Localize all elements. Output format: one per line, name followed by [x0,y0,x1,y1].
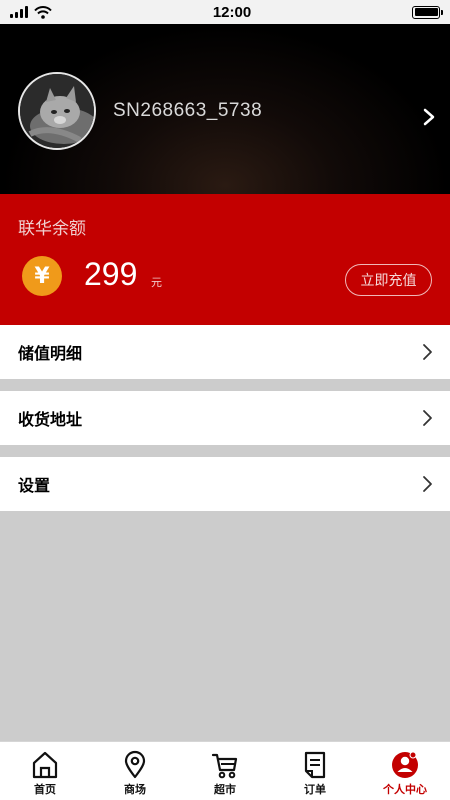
tab-home[interactable]: 首页 [0,742,90,800]
status-indicators [10,5,52,19]
tab-label: 首页 [34,783,56,796]
menu-item-label: 储值明细 [18,344,83,363]
status-time: 12:00 [212,3,252,21]
home-icon [32,751,58,779]
cat-avatar-image [20,74,94,148]
avatar[interactable] [18,72,96,150]
balance-card: 联华余额 [0,194,450,325]
recharge-button[interactable]: 立即充值 [345,264,432,296]
menu-item-label: 设置 [18,476,51,495]
tab-supermarket[interactable]: 超市 [180,742,270,800]
profile-header[interactable]: SN268663_5738 [0,24,450,194]
tab-mall[interactable]: 商场 [90,742,180,800]
wifi-icon [34,5,52,19]
balance-unit: 元 [151,276,162,289]
menu-item-settings[interactable]: 设置 [0,457,450,511]
chevron-right-icon[interactable] [422,108,436,126]
order-icon [304,751,326,779]
tab-label: 超市 [214,783,236,796]
username: SN268663_5738 [113,100,263,121]
yen-coin-icon: ¥ [22,256,62,296]
cart-icon [211,753,238,779]
balance-amount: 299 [84,256,138,292]
menu-item-shipping-address[interactable]: 收货地址 [0,391,450,445]
battery-icon [412,5,443,19]
tab-label: 订单 [304,783,326,796]
signal-icon [10,6,28,18]
profile-icon [392,751,418,778]
location-pin-icon [124,750,146,779]
menu-item-label: 收货地址 [18,410,83,429]
balance-title: 联华余额 [18,219,86,239]
status-bar: 12:00 [0,0,450,24]
chevron-right-icon [423,476,432,492]
tab-bar: 首页 商场 超市 订单 个人中心 [0,741,450,800]
chevron-right-icon [423,344,432,360]
tab-orders[interactable]: 订单 [270,742,360,800]
menu-item-stored-value-details[interactable]: 储值明细 [0,325,450,379]
tab-profile[interactable]: 个人中心 [360,742,450,800]
chevron-right-icon [423,410,432,426]
tab-label: 个人中心 [383,783,427,796]
tab-label: 商场 [124,783,146,796]
